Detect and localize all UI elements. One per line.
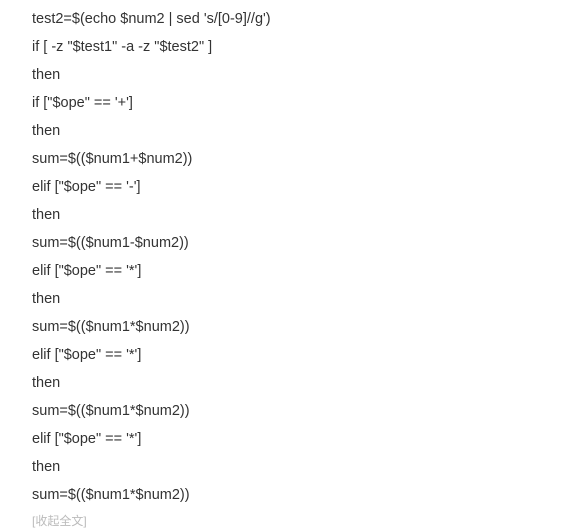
code-line: sum=$(($num1+$num2)) — [32, 151, 193, 167]
code-line: elif ["$ope" == '*'] — [32, 263, 142, 279]
code-line: then — [32, 123, 61, 139]
code-line: then — [32, 291, 61, 307]
code-line: test2=$(echo $num2 | sed 's/[0-9]//g') — [32, 11, 271, 27]
code-line: then — [32, 459, 61, 475]
code-line: if [ -z "$test1" -a -z "$test2" ] — [32, 39, 213, 55]
collapse-full-text-link[interactable]: [收起全文] — [32, 512, 87, 530]
code-line: then — [32, 207, 61, 223]
code-line: sum=$(($num1-$num2)) — [32, 235, 189, 251]
code-line: elif ["$ope" == '*'] — [32, 347, 142, 363]
code-line: elif ["$ope" == '-'] — [32, 179, 141, 195]
code-line: then — [32, 375, 61, 391]
code-line: elif ["$ope" == '*'] — [32, 431, 142, 447]
code-line: then — [32, 67, 61, 83]
code-line: sum=$(($num1*$num2)) — [32, 319, 190, 335]
code-line: sum=$(($num1*$num2)) — [32, 403, 190, 419]
code-document: test2=$(echo $num2 | sed 's/[0-9]//g') i… — [32, 0, 567, 528]
code-line: sum=$(($num1*$num2)) — [32, 487, 190, 503]
code-line: if ["$ope" == '+'] — [32, 95, 133, 111]
